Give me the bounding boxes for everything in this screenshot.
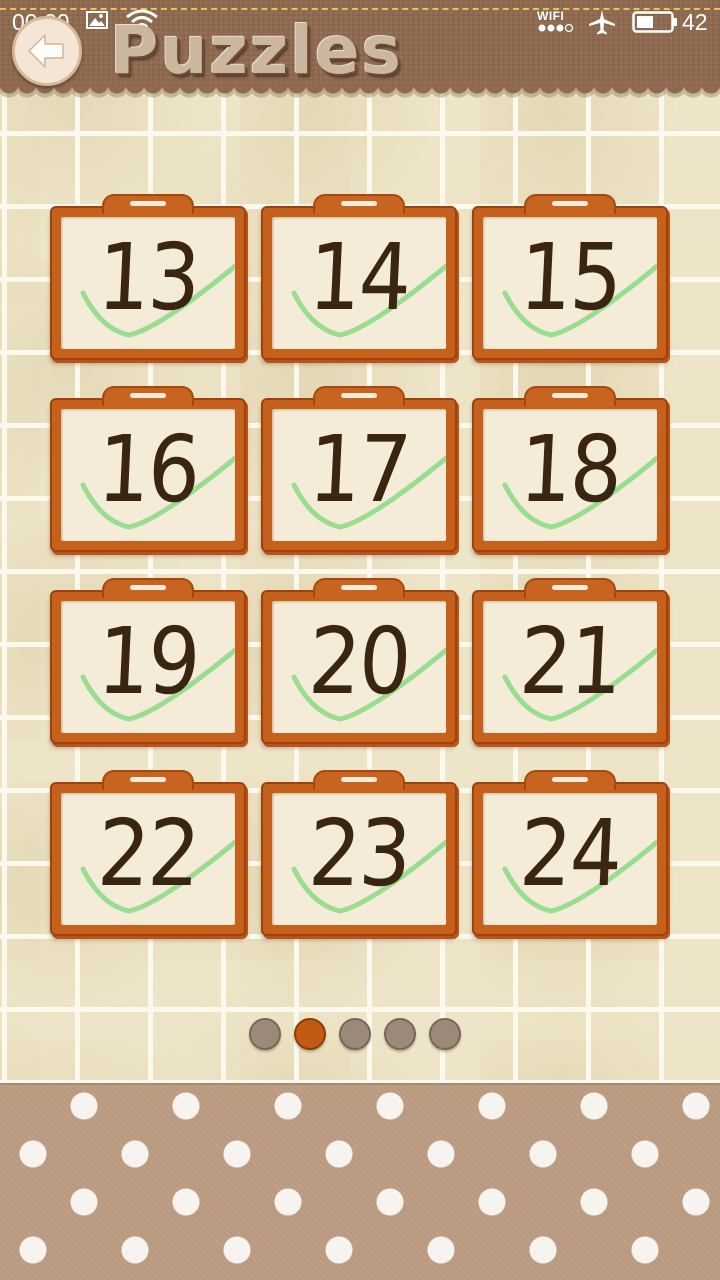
puzzle-card[interactable]: 17: [261, 386, 457, 556]
puzzle-card[interactable]: 23: [261, 770, 457, 940]
card-clip: [102, 386, 194, 406]
puzzle-number: 13: [95, 225, 201, 332]
card-clip: [313, 386, 405, 406]
card-frame: 20: [261, 590, 457, 744]
card-frame: 22: [50, 782, 246, 936]
puzzle-number: 20: [306, 609, 412, 716]
card-board: 20: [272, 601, 446, 733]
puzzle-card[interactable]: 13: [50, 194, 246, 364]
card-board: 19: [61, 601, 235, 733]
card-frame: 23: [261, 782, 457, 936]
puzzle-card[interactable]: 24: [472, 770, 668, 940]
card-board: 21: [483, 601, 657, 733]
card-frame: 21: [472, 590, 668, 744]
puzzle-card[interactable]: 22: [50, 770, 246, 940]
puzzle-number: 18: [517, 417, 623, 524]
card-clip: [524, 770, 616, 790]
card-clip: [102, 194, 194, 214]
card-board: 16: [61, 409, 235, 541]
puzzle-card[interactable]: 19: [50, 578, 246, 748]
puzzle-number: 15: [517, 225, 623, 332]
puzzle-card[interactable]: 20: [261, 578, 457, 748]
card-frame: 15: [472, 206, 668, 360]
card-clip: [524, 578, 616, 598]
card-board: 23: [272, 793, 446, 925]
card-clip: [102, 770, 194, 790]
card-clip: [524, 194, 616, 214]
card-board: 22: [61, 793, 235, 925]
puzzle-card[interactable]: 16: [50, 386, 246, 556]
page-indicator: [246, 1018, 466, 1054]
card-board: 24: [483, 793, 657, 925]
page-dot[interactable]: [249, 1018, 281, 1050]
card-frame: 16: [50, 398, 246, 552]
card-clip: [313, 578, 405, 598]
puzzle-card[interactable]: 18: [472, 386, 668, 556]
puzzle-number: 19: [95, 609, 201, 716]
puzzle-card[interactable]: 21: [472, 578, 668, 748]
page-dot[interactable]: [339, 1018, 371, 1050]
page-dot[interactable]: [384, 1018, 416, 1050]
card-board: 14: [272, 217, 446, 349]
puzzle-number: 23: [306, 801, 412, 908]
card-board: 13: [61, 217, 235, 349]
card-clip: [524, 386, 616, 406]
card-clip: [313, 770, 405, 790]
puzzle-card[interactable]: 15: [472, 194, 668, 364]
card-frame: 17: [261, 398, 457, 552]
puzzle-number: 14: [306, 225, 412, 332]
card-frame: 19: [50, 590, 246, 744]
puzzle-grid: 13 14 15 16 17 18 19 20 21 22 23 24: [0, 0, 720, 1000]
puzzle-card[interactable]: 14: [261, 194, 457, 364]
polka-dot-footer: [0, 1085, 720, 1280]
puzzle-number: 24: [517, 801, 623, 908]
puzzle-number: 16: [95, 417, 201, 524]
card-board: 17: [272, 409, 446, 541]
card-frame: 14: [261, 206, 457, 360]
puzzle-number: 21: [517, 609, 623, 716]
card-board: 15: [483, 217, 657, 349]
card-frame: 13: [50, 206, 246, 360]
page-dot[interactable]: [429, 1018, 461, 1050]
puzzle-number: 17: [306, 417, 412, 524]
card-board: 18: [483, 409, 657, 541]
card-clip: [313, 194, 405, 214]
card-frame: 24: [472, 782, 668, 936]
page-dot[interactable]: [294, 1018, 326, 1050]
card-clip: [102, 578, 194, 598]
puzzle-number: 22: [95, 801, 201, 908]
card-frame: 18: [472, 398, 668, 552]
